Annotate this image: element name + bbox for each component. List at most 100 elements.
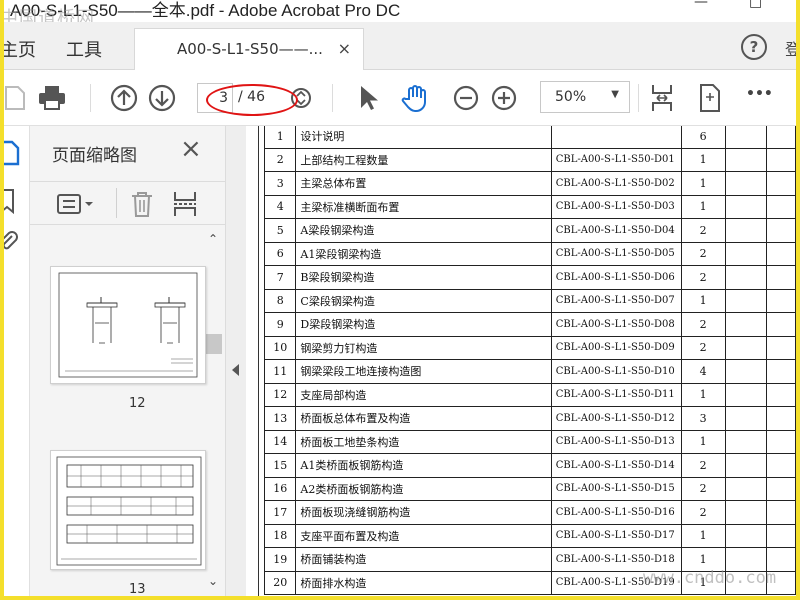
help-icon[interactable]: ? [741,34,767,60]
home-tab[interactable]: 主页 [4,36,36,62]
page-border [258,126,259,596]
drawing-name: 上部结构工程数量 [295,147,552,172]
drawing-name: 支座平面布置及构造 [295,523,552,548]
zoom-level-value: 50% [555,89,587,105]
drawing-name: 钢梁梁段工地连接构造图 [295,359,552,384]
panel-collapse-handle[interactable] [226,126,246,596]
drawing-code [550,126,682,149]
maximize-icon[interactable]: □ [749,0,762,10]
drawing-name: 主梁标准横断面布置 [295,194,552,219]
print-icon[interactable] [36,82,68,114]
drawing-code: CBL-A00-S-L1-S50-D12 [550,406,682,431]
drawing-name: 设计说明 [295,126,552,149]
drawing-name: 桥面板工地垫条构造 [295,429,552,454]
document-view[interactable]: 1 设计说明 6 2 上部结构工程数量 CBL-A00-S-L1-S50-D01 1 3 主梁总… [246,126,796,596]
drawing-name: C梁段钢梁构造 [295,288,552,313]
drawing-name: 桥面排水构造 [295,570,552,595]
table-row: 14 桥面板工地垫条构造 CBL-A00-S-L1-S50-D13 1 [263,429,796,454]
document-tab[interactable]: A00-S-L1-S50——... × [134,28,364,70]
empty-cell [724,359,768,384]
table-row: 4 主梁标准横断面布置 CBL-A00-S-L1-S50-D03 1 [263,194,796,219]
drawing-index-table: 1 设计说明 6 2 上部结构工程数量 CBL-A00-S-L1-S50-D01 1 3 主梁总… [263,126,796,595]
bookmarks-icon[interactable] [4,188,18,218]
empty-cell [766,288,796,313]
collapse-arrow-icon [232,364,239,376]
zoom-out-icon[interactable] [450,82,482,114]
page-thumbnail-12[interactable] [50,266,206,384]
insert-page-icon[interactable] [172,190,198,222]
zoom-level-select[interactable]: 50% ▼ [540,81,630,113]
empty-cell [766,406,796,431]
drawing-name: 支座局部构造 [295,382,552,407]
delete-page-icon[interactable] [130,190,154,222]
sheet-count: 1 [680,147,726,172]
drawing-code: CBL-A00-S-L1-S50-D16 [550,500,682,525]
empty-cell [766,429,796,454]
row-number: 19 [263,547,297,572]
scroll-thumb[interactable] [204,334,222,354]
fit-page-icon[interactable] [646,82,678,114]
drawing-name: A梁段钢梁构造 [295,218,552,243]
drawing-name: 桥面铺装构造 [295,547,552,572]
drawing-name: D梁段钢梁构造 [295,312,552,337]
document-tab-label: A00-S-L1-S50——... [177,40,323,58]
drawing-code: CBL-A00-S-L1-S50-D09 [550,335,682,360]
attachments-icon[interactable] [4,230,18,260]
row-number: 12 [263,382,297,407]
drawing-code: CBL-A00-S-L1-S50-D15 [550,476,682,501]
acrobat-window: A00-S-L1-S50——全本.pdf - Adobe Acrobat Pro… [4,0,796,596]
row-number: 7 [263,265,297,290]
empty-cell [724,382,768,407]
full-screen-icon[interactable] [694,82,726,114]
empty-cell [724,406,768,431]
sign-in-partial[interactable]: 登 [785,36,796,60]
scroll-down-icon[interactable]: ⌄ [208,574,218,588]
table-row: 9 D梁段钢梁构造 CBL-A00-S-L1-S50-D08 2 [263,312,796,337]
table-row: 15 A1类桥面板钢筋构造 CBL-A00-S-L1-S50-D14 2 [263,453,796,478]
close-tab-icon[interactable]: × [338,39,351,58]
page-thumbnails-icon[interactable] [4,140,20,170]
empty-cell [724,288,768,313]
drawing-code: CBL-A00-S-L1-S50-D10 [550,359,682,384]
empty-cell [724,429,768,454]
empty-cell [766,126,796,149]
thumbnail-label: 12 [129,396,146,411]
zoom-in-icon[interactable] [488,82,520,114]
previous-page-icon[interactable] [108,82,140,114]
sheet-count: 2 [680,218,726,243]
scroll-up-icon[interactable]: ⌃ [208,232,218,246]
row-number: 13 [263,406,297,431]
more-tools-icon[interactable]: ••• [746,86,773,102]
minimize-icon[interactable]: — [694,0,708,10]
row-number: 3 [263,171,297,196]
tools-tab[interactable]: 工具 [66,36,102,62]
sheet-count: 1 [680,382,726,407]
table-row: 7 B梁段钢梁构造 CBL-A00-S-L1-S50-D06 2 [263,265,796,290]
hand-tool-icon[interactable] [400,82,432,114]
chevron-down-icon: ▼ [611,89,619,100]
empty-cell [724,335,768,360]
table-row: 13 桥面板总体布置及构造 CBL-A00-S-L1-S50-D12 3 [263,406,796,431]
drawing-code: CBL-A00-S-L1-S50-D14 [550,453,682,478]
sheet-count: 1 [680,194,726,219]
thumbnail-options-icon[interactable] [56,192,96,220]
save-icon[interactable] [4,82,30,114]
select-cursor-icon[interactable] [352,82,384,114]
close-panel-icon[interactable]: × [180,134,202,164]
row-number: 4 [263,194,297,219]
row-number: 9 [263,312,297,337]
drawing-name: 钢梁剪力钉构造 [295,335,552,360]
drawing-code: CBL-A00-S-L1-S50-D06 [550,265,682,290]
empty-cell [724,218,768,243]
row-number: 16 [263,476,297,501]
panel-toolbar [30,181,226,225]
drawing-code: CBL-A00-S-L1-S50-D02 [550,171,682,196]
empty-cell [724,194,768,219]
empty-cell [766,453,796,478]
empty-cell [766,359,796,384]
row-number: 2 [263,147,297,172]
next-page-icon[interactable] [146,82,178,114]
sheet-count: 2 [680,312,726,337]
drawing-code: CBL-A00-S-L1-S50-D05 [550,241,682,266]
page-thumbnail-13[interactable] [50,450,206,570]
